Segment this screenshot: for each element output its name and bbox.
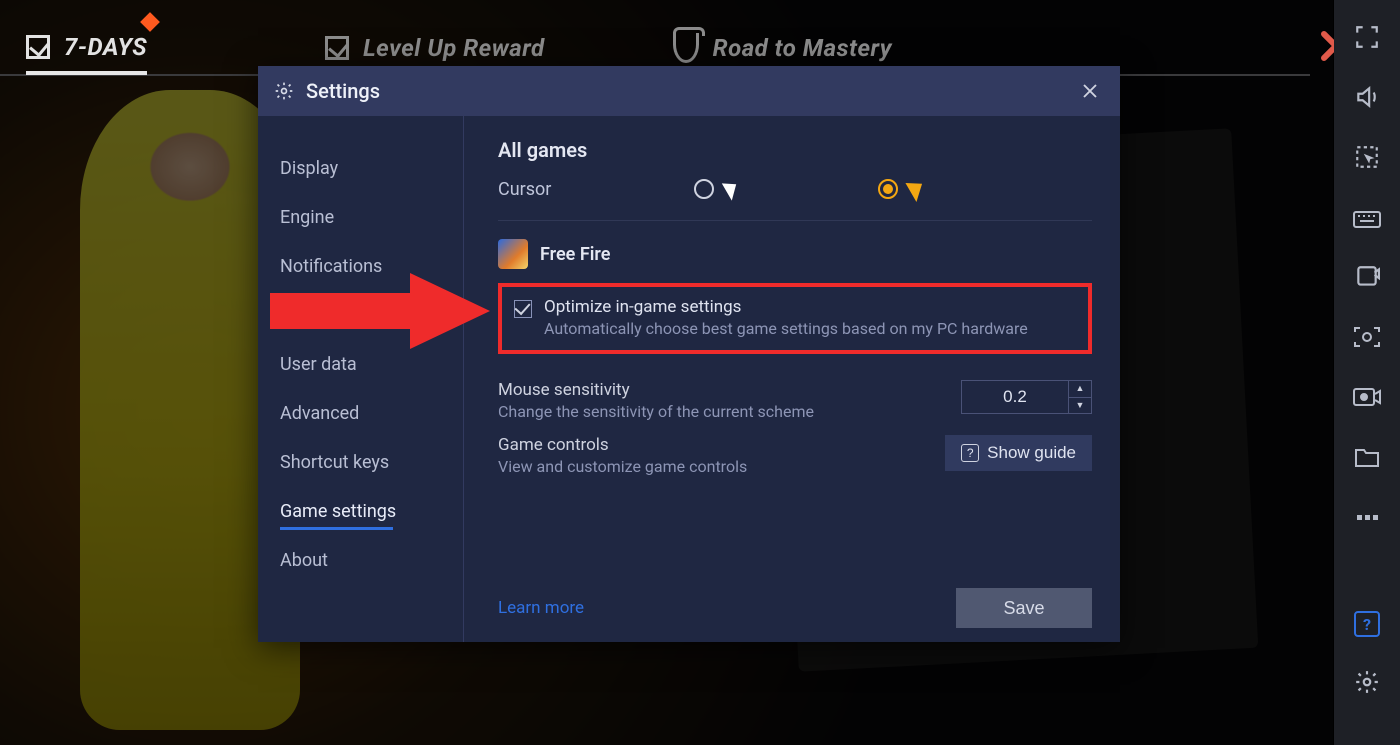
nav-game-settings[interactable]: Game settings [258, 487, 463, 536]
optimize-highlight: Optimize in-game settings Automatically … [498, 283, 1092, 354]
learn-more-link[interactable]: Learn more [498, 598, 584, 618]
cursor-option-default[interactable] [694, 179, 738, 199]
modal-close-button[interactable] [1076, 77, 1104, 105]
help-button[interactable]: ? [1354, 611, 1380, 637]
volume-button[interactable] [1352, 82, 1382, 112]
settings-side-nav: Display Engine Notifications Preferences… [258, 116, 464, 642]
game-controls-row: Game controls View and customize game co… [498, 435, 1092, 476]
emulator-sidebar: ? [1334, 0, 1400, 745]
mouse-desc: Change the sensitivity of the current sc… [498, 402, 941, 421]
dots-icon [1357, 515, 1378, 520]
spinner-down-button[interactable]: ▼ [1069, 398, 1091, 414]
spinner-up-button[interactable]: ▲ [1069, 381, 1091, 398]
game-section-header: Free Fire [498, 239, 1092, 269]
cursor-white-icon [720, 179, 738, 199]
record-button[interactable] [1352, 382, 1382, 412]
cursor-yellow-icon [904, 178, 924, 200]
mouse-sensitivity-spinner[interactable]: ▲ ▼ [961, 380, 1092, 414]
show-guide-button[interactable]: ? Show guide [945, 435, 1092, 471]
modal-header: Settings [258, 66, 1120, 116]
lock-cursor-button[interactable] [1352, 142, 1382, 172]
tab-mastery-label: Road to Mastery [713, 34, 892, 62]
optimize-desc: Automatically choose best game settings … [544, 319, 1028, 338]
check-icon [325, 36, 349, 60]
nav-display[interactable]: Display [258, 144, 463, 193]
radio-off-icon [694, 179, 714, 199]
question-icon: ? [961, 444, 979, 462]
settings-modal: Settings Display Engine Notifications Pr… [258, 66, 1120, 642]
nav-user-data[interactable]: User data [258, 340, 463, 389]
help-icon: ? [1363, 615, 1371, 634]
nav-about[interactable]: About [258, 536, 463, 585]
cursor-row: Cursor [498, 176, 1092, 221]
optimize-checkbox[interactable] [514, 300, 532, 318]
screenshot-button[interactable] [1352, 322, 1382, 352]
media-folder-button[interactable] [1352, 442, 1382, 472]
tab-7days-label: 7-DAYS [64, 33, 147, 61]
game-name-label: Free Fire [540, 244, 610, 265]
mouse-sensitivity-row: Mouse sensitivity Change the sensitivity… [498, 380, 1092, 421]
show-guide-label: Show guide [987, 443, 1076, 463]
more-button[interactable] [1352, 502, 1382, 532]
nav-engine[interactable]: Engine [258, 193, 463, 242]
settings-gear-button[interactable] [1352, 667, 1382, 697]
controls-desc: View and customize game controls [498, 457, 925, 476]
modal-title: Settings [306, 79, 380, 103]
modal-footer: Learn more Save [498, 568, 1092, 628]
mouse-sensitivity-input[interactable] [962, 381, 1068, 413]
cursor-label: Cursor [498, 179, 694, 200]
install-apk-button[interactable] [1352, 262, 1382, 292]
settings-content: All games Cursor Free Fire [464, 116, 1120, 642]
fullscreen-button[interactable] [1352, 22, 1382, 52]
controls-title: Game controls [498, 435, 925, 455]
nav-notifications[interactable]: Notifications [258, 242, 463, 291]
free-fire-icon [498, 239, 528, 269]
tab-level-up-label: Level Up Reward [363, 34, 545, 62]
close-icon [1081, 82, 1099, 100]
all-games-heading: All games [498, 138, 1092, 162]
shield-icon [673, 33, 699, 63]
gear-icon [274, 81, 294, 101]
radio-on-icon [878, 179, 898, 199]
save-button[interactable]: Save [956, 588, 1092, 628]
nav-advanced[interactable]: Advanced [258, 389, 463, 438]
mouse-title: Mouse sensitivity [498, 380, 941, 400]
optimize-title: Optimize in-game settings [544, 297, 1028, 317]
cursor-option-yellow[interactable] [878, 178, 924, 200]
check-icon [26, 35, 50, 59]
keymap-button[interactable] [1352, 202, 1382, 232]
nav-shortcut-keys[interactable]: Shortcut keys [258, 438, 463, 487]
nav-preferences[interactable]: Preferences [258, 291, 463, 340]
tab-7days[interactable]: 7-DAYS [26, 23, 147, 75]
